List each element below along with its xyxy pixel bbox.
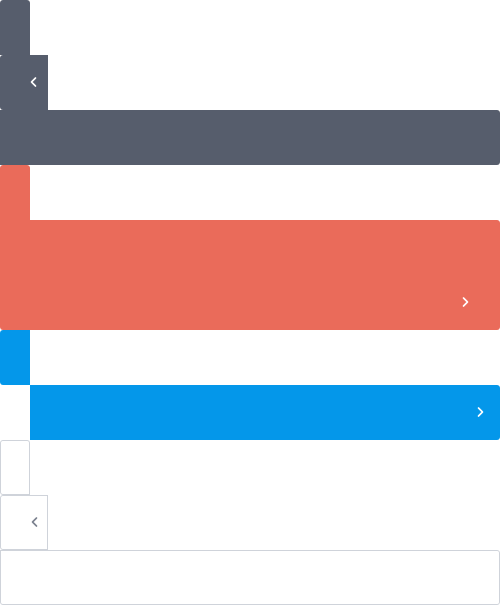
- dark-tab-small[interactable]: [0, 0, 30, 55]
- chevron-right-icon[interactable]: [455, 292, 475, 312]
- outline-prev-button[interactable]: [0, 495, 48, 550]
- red-tab-small[interactable]: [0, 165, 30, 220]
- chevron-left-icon: [24, 72, 44, 92]
- dark-prev-button[interactable]: [0, 55, 48, 110]
- chevron-left-icon: [25, 512, 45, 532]
- dark-bar[interactable]: [0, 110, 500, 165]
- outline-bar[interactable]: [0, 550, 500, 605]
- outline-tab-small[interactable]: [0, 440, 30, 495]
- chevron-right-icon[interactable]: [470, 402, 490, 422]
- blue-bar[interactable]: [30, 385, 500, 440]
- blue-tab-small[interactable]: [0, 330, 30, 385]
- red-bar[interactable]: [0, 220, 500, 330]
